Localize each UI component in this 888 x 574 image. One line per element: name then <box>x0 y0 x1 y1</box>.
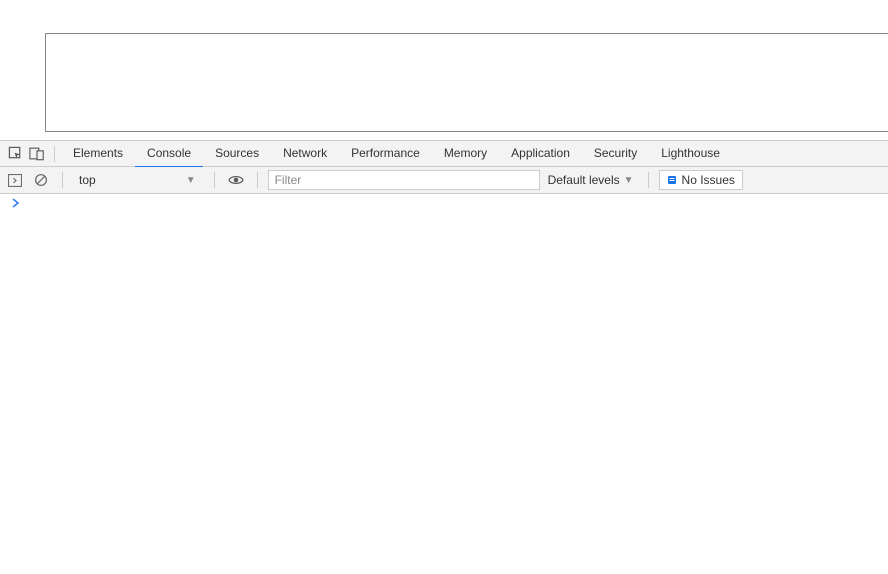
console-prompt[interactable] <box>4 196 884 210</box>
clear-console-icon[interactable] <box>30 169 52 191</box>
toggle-device-toolbar-icon[interactable] <box>26 141 48 167</box>
separator <box>62 172 63 188</box>
live-expression-eye-icon[interactable] <box>225 169 247 191</box>
separator <box>648 172 649 188</box>
execution-context-label: top <box>79 173 96 187</box>
chevron-down-icon: ▼ <box>186 175 196 186</box>
issues-label: No Issues <box>682 173 735 187</box>
tab-memory[interactable]: Memory <box>432 141 499 168</box>
log-levels-selector[interactable]: Default levels ▼ <box>544 173 638 187</box>
separator <box>257 172 258 188</box>
devtools-tab-bar: Elements Console Sources Network Perform… <box>0 140 888 167</box>
tab-lighthouse[interactable]: Lighthouse <box>649 141 732 168</box>
tab-application[interactable]: Application <box>499 141 582 168</box>
issues-icon <box>667 175 677 185</box>
tab-network[interactable]: Network <box>271 141 339 168</box>
log-levels-label: Default levels <box>548 173 620 187</box>
tab-sources[interactable]: Sources <box>203 141 271 168</box>
prompt-chevron-icon <box>12 198 20 208</box>
execution-context-selector[interactable]: top ▼ <box>73 173 204 187</box>
tab-performance[interactable]: Performance <box>339 141 432 168</box>
console-output-area[interactable] <box>0 194 888 574</box>
tab-console[interactable]: Console <box>135 141 203 168</box>
tab-elements[interactable]: Elements <box>61 141 135 168</box>
separator <box>54 146 55 162</box>
issues-button[interactable]: No Issues <box>659 170 743 190</box>
devtools-tabs: Elements Console Sources Network Perform… <box>61 141 732 166</box>
toggle-console-sidebar-icon[interactable] <box>4 169 26 191</box>
filter-input[interactable] <box>268 170 540 190</box>
tab-security[interactable]: Security <box>582 141 649 168</box>
page-viewport-frame <box>45 33 888 132</box>
inspect-element-icon[interactable] <box>4 141 26 167</box>
devtools-panel: Elements Console Sources Network Perform… <box>0 140 888 574</box>
separator <box>214 172 215 188</box>
console-toolbar: top ▼ Default levels ▼ No Iss <box>0 167 888 194</box>
chevron-down-icon: ▼ <box>624 175 634 186</box>
